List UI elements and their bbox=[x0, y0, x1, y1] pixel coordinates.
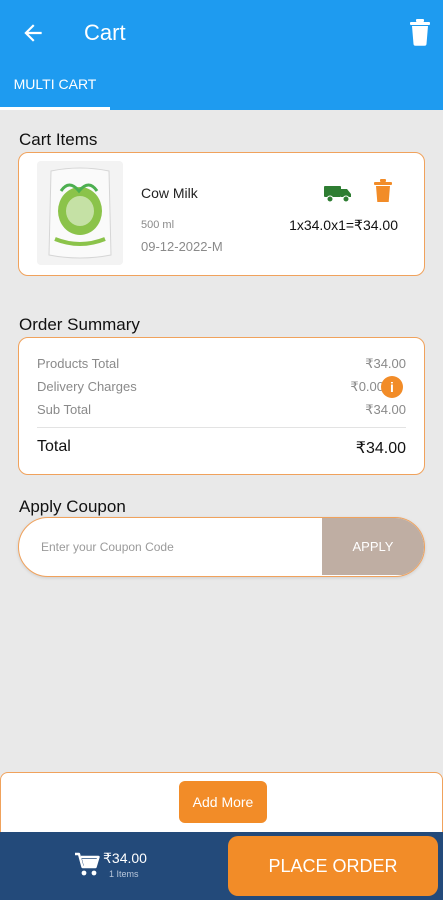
products-total-row: Products Total ₹34.00 bbox=[37, 356, 406, 372]
trash-icon[interactable] bbox=[408, 18, 432, 46]
app-header: Cart MULTI CART bbox=[0, 0, 443, 110]
delivery-charges-label: Delivery Charges bbox=[37, 379, 137, 394]
add-more-panel: Add More bbox=[0, 772, 443, 834]
coupon-box: APPLY bbox=[18, 517, 425, 577]
apply-coupon-heading: Apply Coupon bbox=[19, 497, 126, 516]
total-label: Total bbox=[37, 438, 71, 455]
delivery-charges-row: Delivery Charges ₹0.00 bbox=[37, 379, 384, 395]
info-icon[interactable]: i bbox=[381, 376, 403, 398]
delivery-charges-value: ₹0.00 bbox=[350, 379, 384, 394]
truck-icon bbox=[324, 186, 351, 203]
cart-items-count: 1 Items bbox=[109, 869, 139, 879]
product-size: 500 ml bbox=[141, 219, 175, 231]
product-image bbox=[37, 161, 123, 265]
cart-icon[interactable] bbox=[74, 852, 100, 878]
place-order-button[interactable]: PLACE ORDER bbox=[228, 836, 438, 896]
sub-total-value: ₹34.00 bbox=[365, 402, 406, 417]
arrow-left-icon[interactable] bbox=[20, 20, 46, 46]
total-row: Total ₹34.00 bbox=[37, 438, 406, 458]
summary-divider bbox=[37, 427, 406, 428]
cart-amount: ₹34.00 bbox=[103, 850, 147, 866]
tab-indicator bbox=[0, 107, 110, 110]
sub-total-row: Sub Total ₹34.00 bbox=[37, 402, 406, 418]
checkout-bar: ₹34.00 1 Items PLACE ORDER bbox=[0, 832, 443, 900]
delete-item-icon[interactable] bbox=[373, 179, 393, 203]
coupon-input[interactable] bbox=[19, 518, 323, 575]
delivery-date: 09-12-2022-M bbox=[141, 239, 223, 254]
apply-coupon-button[interactable]: APPLY bbox=[322, 518, 424, 575]
sub-total-label: Sub Total bbox=[37, 402, 91, 417]
order-summary-card: Products Total ₹34.00 Delivery Charges ₹… bbox=[18, 337, 425, 475]
page-title: Cart bbox=[84, 20, 126, 45]
products-total-value: ₹34.00 bbox=[365, 356, 406, 371]
total-value: ₹34.00 bbox=[355, 440, 406, 457]
add-more-button[interactable]: Add More bbox=[179, 781, 267, 823]
order-summary-heading: Order Summary bbox=[19, 315, 140, 334]
cart-item-card: Cow Milk 500 ml 09-12-2022-M 1x34.0x1=₹3… bbox=[18, 152, 425, 276]
cart-items-heading: Cart Items bbox=[19, 130, 98, 149]
products-total-label: Products Total bbox=[37, 356, 120, 371]
price-calculation: 1x34.0x1=₹34.00 bbox=[289, 217, 398, 233]
product-name: Cow Milk bbox=[141, 185, 198, 201]
tab-label: MULTI CART bbox=[13, 76, 97, 92]
tab-multi-cart[interactable]: MULTI CART bbox=[0, 74, 110, 110]
